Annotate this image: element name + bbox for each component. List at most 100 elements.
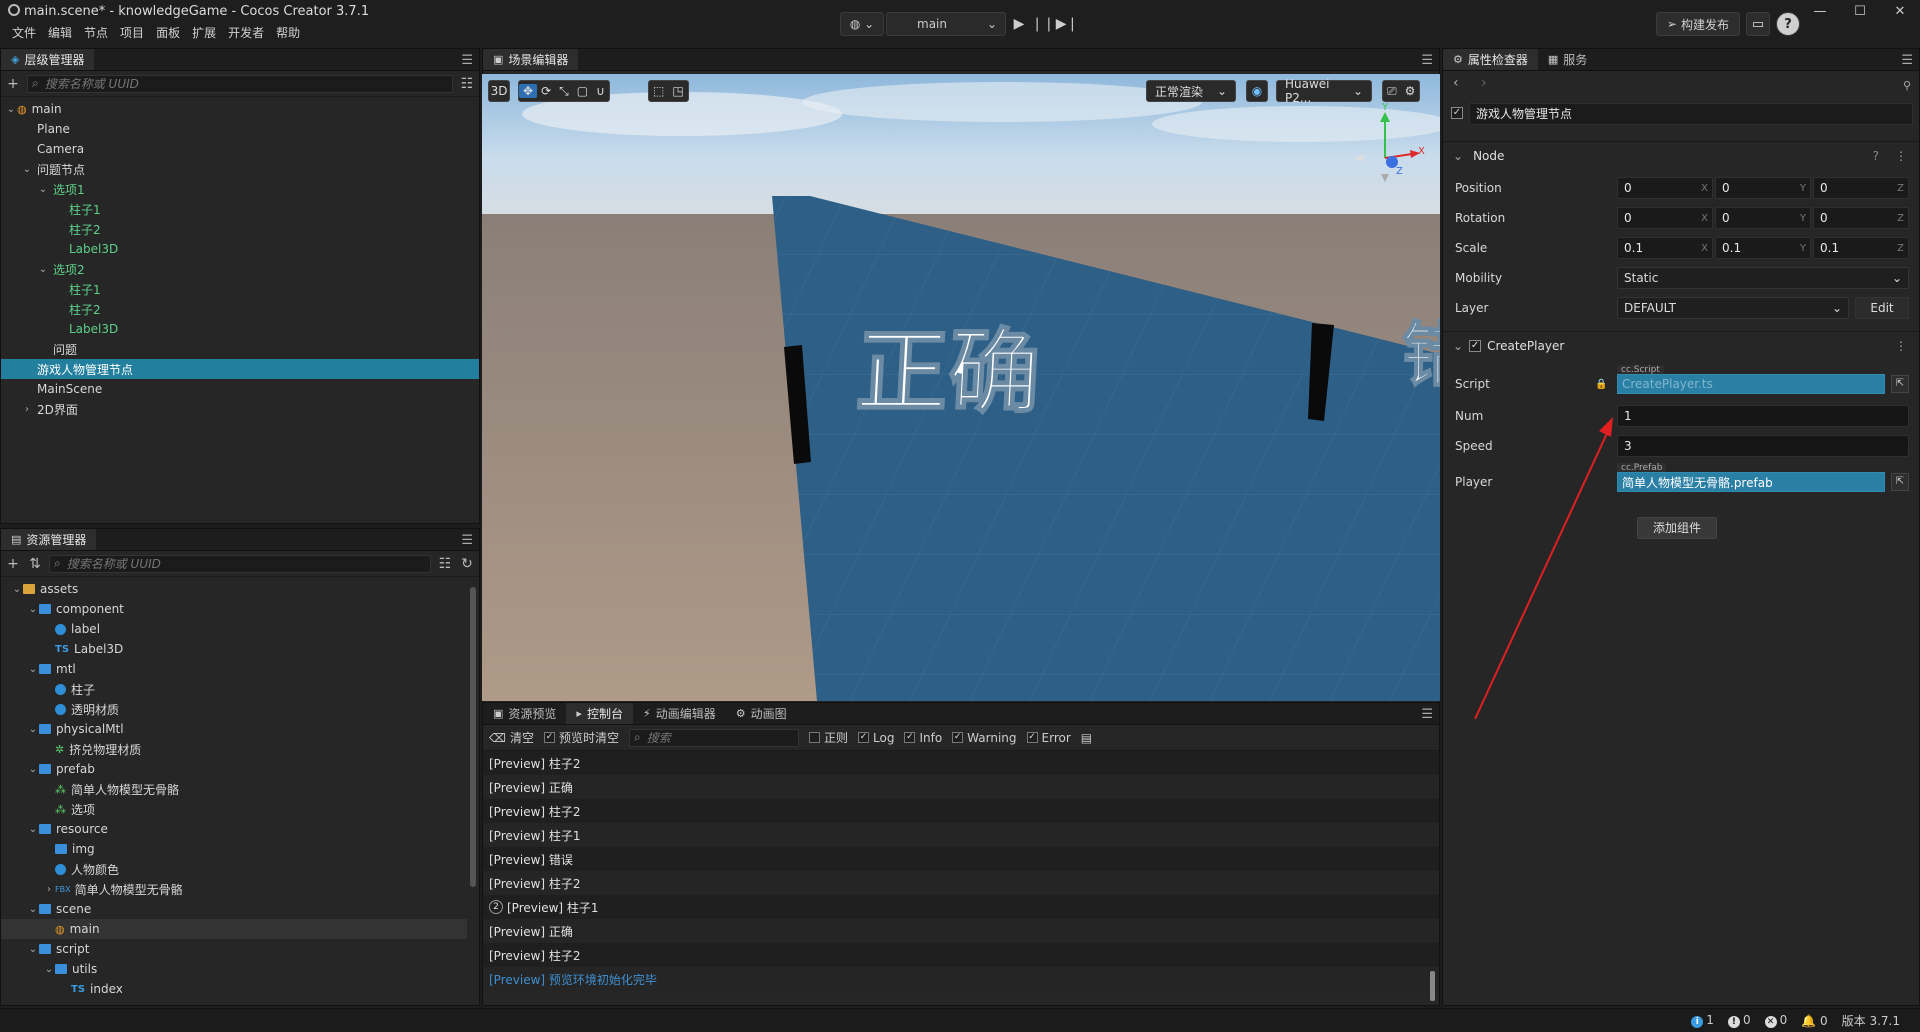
chevron-right-icon[interactable]: › — [21, 404, 33, 415]
build-publish-button[interactable]: ➢ 构建发布 — [1655, 12, 1740, 36]
warning-filter-checkbox[interactable]: ✓ Warning — [952, 731, 1017, 745]
log-entry[interactable]: [Preview] 柱子2 — [483, 751, 1439, 775]
asset-item[interactable]: ⌄ scene — [1, 899, 467, 919]
menu-item[interactable]: 扩展 — [186, 24, 222, 42]
asset-item[interactable]: label — [1, 619, 467, 639]
tab-scene-editor[interactable]: ▣ 场景编辑器 — [483, 49, 579, 70]
scene-select[interactable]: main ⌄ — [886, 12, 1006, 36]
tab-assets[interactable]: ▤ 资源管理器 — [1, 529, 97, 550]
chevron-down-icon[interactable]: ⌄ — [27, 604, 39, 615]
menu-item[interactable]: 项目 — [114, 24, 150, 42]
assets-scrollbar[interactable] — [470, 587, 476, 887]
menu-icon[interactable]: ☰ — [1421, 53, 1433, 68]
device-select[interactable]: Huawei P2... ⌄ — [1276, 77, 1372, 105]
pause-button[interactable]: ❘❘ — [1031, 12, 1054, 36]
position-x-input[interactable]: 0X — [1617, 177, 1713, 199]
menu-item[interactable]: 文件 — [6, 24, 42, 42]
num-input[interactable]: 1 — [1617, 405, 1909, 427]
menu-item[interactable]: 开发者 — [222, 24, 270, 42]
asset-item[interactable]: ⁂ 选项 — [1, 799, 467, 819]
position-y-input[interactable]: 0Y — [1715, 177, 1811, 199]
node-section-header[interactable]: ⌄ Node ? ⋮ — [1443, 141, 1919, 169]
rotation-z-input[interactable]: 0Z — [1813, 207, 1909, 229]
regex-checkbox[interactable]: 正则 — [809, 729, 848, 746]
asset-item[interactable]: img — [1, 839, 467, 859]
hierarchy-node[interactable]: ⌄ 选项2 — [1, 259, 479, 279]
minimize-button[interactable]: — — [1800, 0, 1840, 22]
local-space-icon[interactable]: ⬚ — [649, 84, 668, 98]
hierarchy-node[interactable]: 柱子1 — [1, 279, 479, 299]
snap-tool-icon[interactable]: ∪ — [592, 84, 609, 98]
gear-icon[interactable]: ⚙ — [1401, 84, 1420, 98]
asset-item[interactable]: ⌄ resource — [1, 819, 467, 839]
file-icon[interactable]: ▤ — [1081, 731, 1092, 745]
menu-item[interactable]: 面板 — [150, 24, 186, 42]
asset-item[interactable]: ⌄ component — [1, 599, 467, 619]
chevron-down-icon[interactable]: ⌄ — [5, 104, 17, 115]
menu-icon[interactable]: ☰ — [461, 53, 473, 68]
asset-item[interactable]: ✲ 挤兑物理材质 — [1, 739, 467, 759]
asset-item[interactable]: ⌄ prefab — [1, 759, 467, 779]
speed-input[interactable]: 3 — [1617, 435, 1909, 457]
asset-item[interactable]: ⌄ mtl — [1, 659, 467, 679]
menu-icon[interactable]: ☰ — [461, 533, 473, 548]
tab-console-2[interactable]: ⚡ 动画编辑器 — [633, 703, 726, 724]
tab-console-1[interactable]: ▸ 控制台 — [566, 703, 633, 724]
chevron-down-icon[interactable]: ⌄ — [43, 964, 55, 975]
hierarchy-node[interactable]: Camera — [1, 139, 479, 159]
chevron-down-icon[interactable]: ⌄ — [27, 764, 39, 775]
tab-inspector[interactable]: ⚙ 属性检查器 — [1443, 49, 1538, 70]
camera-icon[interactable]: ⎚ — [1383, 84, 1401, 99]
hierarchy-node[interactable]: 柱子2 — [1, 219, 479, 239]
chevron-down-icon[interactable]: ⌄ — [27, 944, 39, 955]
play-button[interactable]: ▶ — [1008, 12, 1030, 36]
close-button[interactable]: ✕ — [1880, 0, 1920, 22]
script-asset-field[interactable]: CreatePlayer.ts — [1617, 374, 1885, 394]
hierarchy-node[interactable]: MainScene — [1, 379, 479, 399]
help-circle-icon[interactable]: ? — [1873, 149, 1879, 163]
log-entry[interactable]: [Preview] 柱子2 — [483, 943, 1439, 967]
toggle-3d-button[interactable]: 3D — [488, 80, 510, 102]
warning-status[interactable]: ! 0 — [1727, 1013, 1751, 1028]
chevron-right-icon[interactable]: › — [43, 884, 55, 895]
hierarchy-node[interactable]: 问题 — [1, 339, 479, 359]
chevron-down-icon[interactable]: ⌄ — [27, 664, 39, 675]
hierarchy-node[interactable]: Label3D — [1, 319, 479, 339]
hierarchy-node[interactable]: 游戏人物管理节点 — [1, 359, 479, 379]
player-prefab-field[interactable]: 简单人物模型无骨骼.prefab — [1617, 472, 1885, 492]
add-icon[interactable]: + — [5, 556, 21, 572]
asset-item[interactable]: 柱子 — [1, 679, 467, 699]
move-tool-icon[interactable]: ✥ — [519, 84, 538, 98]
back-icon[interactable]: ‹ — [1453, 75, 1459, 91]
log-entry[interactable]: [Preview] 正确 — [483, 919, 1439, 943]
log-filter-checkbox[interactable]: ✓ Log — [858, 731, 894, 745]
help-button[interactable]: ? — [1776, 12, 1800, 36]
hierarchy-search-input[interactable] — [44, 76, 452, 91]
maximize-button[interactable]: ☐ — [1840, 0, 1880, 22]
list-options-icon[interactable]: ☷ — [459, 76, 475, 92]
hierarchy-node[interactable]: 柱子2 — [1, 299, 479, 319]
log-entry[interactable]: [Preview] 预览环境初始化完毕 — [483, 967, 1439, 991]
menu-item[interactable]: 节点 — [78, 24, 114, 42]
log-entry[interactable]: [Preview] 柱子2 — [483, 871, 1439, 895]
forward-icon[interactable]: › — [1481, 75, 1487, 91]
createplayer-section-header[interactable]: ⌄ ✓ CreatePlayer ⋮ — [1443, 331, 1919, 359]
node-active-checkbox[interactable]: ✓ — [1451, 107, 1463, 119]
asset-item[interactable]: › FBX 简单人物模型无骨骼 — [1, 879, 467, 899]
log-entry[interactable]: 2 [Preview] 柱子1 — [483, 895, 1439, 919]
assets-search-input[interactable] — [66, 556, 430, 571]
step-button[interactable]: ▶❘ — [1056, 12, 1079, 36]
pin-icon[interactable]: ⚲ — [1903, 79, 1911, 92]
rotation-x-input[interactable]: 0X — [1617, 207, 1713, 229]
scale-tool-icon[interactable]: ⤡ — [555, 84, 573, 99]
asset-item[interactable]: ⁂ 简单人物模型无骨骼 — [1, 779, 467, 799]
more-vertical-icon[interactable]: ⋮ — [1895, 339, 1907, 353]
position-z-input[interactable]: 0Z — [1813, 177, 1909, 199]
open-folder-button[interactable]: ▭ — [1746, 12, 1770, 36]
preview-platform-button[interactable]: ◍ ⌄ — [840, 12, 884, 36]
info-status[interactable]: i1 — [1691, 1013, 1714, 1028]
light-toggle[interactable]: ◉ — [1246, 80, 1268, 102]
log-entry[interactable]: [Preview] 正确 — [483, 775, 1439, 799]
hierarchy-node[interactable]: ⌄ ◍ main — [1, 99, 479, 119]
scale-y-input[interactable]: 0.1 Y — [1715, 237, 1811, 259]
